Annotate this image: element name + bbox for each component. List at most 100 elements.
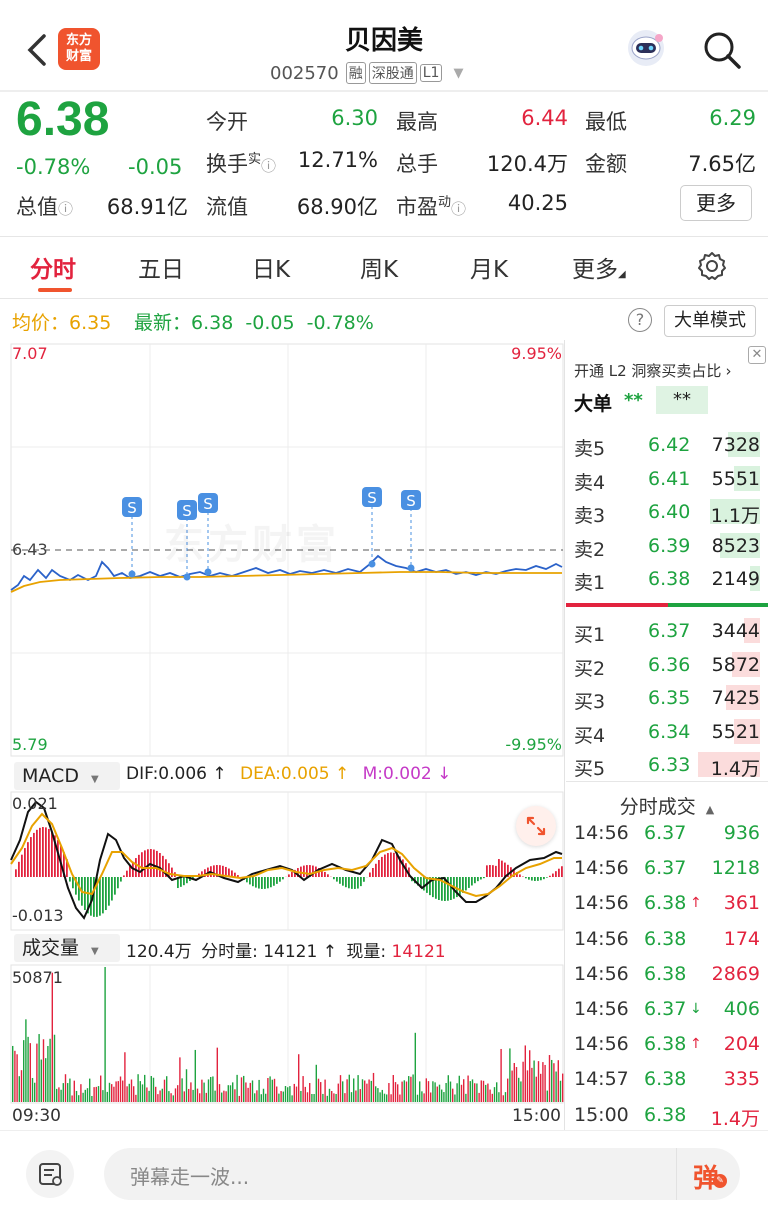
tab-more[interactable]: 更多◢: [572, 250, 626, 284]
volume-bar: [201, 1079, 203, 1102]
volume-bar: [207, 1079, 210, 1102]
volume-selector[interactable]: 成交量 ▼: [14, 934, 120, 962]
volume-bar: [276, 1086, 278, 1102]
volume-bar: [412, 1074, 414, 1102]
ask-label: 卖1: [574, 572, 606, 594]
volume-bar: [229, 1085, 232, 1102]
macd-bar: [135, 858, 137, 877]
volume-bar: [45, 1058, 47, 1102]
volume-bar: [258, 1079, 260, 1102]
dropdown-icon: ▼: [453, 65, 464, 81]
volume-bar: [333, 1093, 335, 1102]
info-icon[interactable]: ⓘ: [58, 200, 73, 218]
latest-pct: -0.78%: [306, 312, 374, 334]
volume-bar: [130, 1079, 133, 1102]
ask-volume: 5551: [711, 467, 760, 490]
volume-bar: [526, 1070, 529, 1102]
danmu-send-button[interactable]: 弹 ✎: [676, 1148, 740, 1200]
tab-5day[interactable]: 五日: [138, 250, 184, 284]
volume-bar: [273, 1078, 276, 1102]
help-icon[interactable]: ?: [628, 308, 652, 332]
volume-bar: [309, 1083, 311, 1102]
volume-bar: [408, 1076, 410, 1102]
tab-month-k[interactable]: 月K: [470, 250, 508, 284]
volume-max-label: 50871: [12, 968, 63, 987]
tick-row: 14:56 6.37 ↓ 406: [566, 991, 768, 1026]
ask-label: 卖2: [574, 538, 606, 561]
volume-bar: [227, 1085, 229, 1102]
l2-promo-link[interactable]: 开通 L2 洞察买卖占比 ›: [574, 360, 731, 381]
bid-row[interactable]: 买3 6.35 7425: [566, 681, 768, 714]
macd-bar: [477, 877, 479, 882]
avg-price-info: 均价：6.35: [12, 308, 111, 335]
stock-code-row[interactable]: 002570 融 深股通 L1 ▼: [270, 60, 463, 86]
latest-change: -0.05: [245, 312, 295, 334]
volume-bar: [141, 1084, 144, 1102]
bid-row[interactable]: 买2 6.36 5872: [566, 648, 768, 681]
value-mktcap: 68.91亿: [106, 195, 188, 219]
info-icon[interactable]: ⓘ: [261, 157, 276, 175]
corner-triangle-icon: ◢: [618, 269, 626, 280]
ask-row[interactable]: 卖2 6.39 8523: [566, 529, 768, 562]
volume-bar: [170, 1093, 172, 1102]
ask-row[interactable]: 卖5 6.42 7328: [566, 428, 768, 461]
volume-bar: [89, 1078, 91, 1102]
volume-bar: [335, 1093, 337, 1102]
macd-bar: [291, 872, 293, 877]
bid-price: 6.33: [648, 754, 691, 776]
volume-bar: [25, 1019, 27, 1102]
settings-gear-icon[interactable]: [696, 250, 728, 282]
bid-row[interactable]: 买5 6.33 1.4万: [566, 748, 768, 781]
macd-selector[interactable]: MACD ▼: [14, 762, 120, 790]
bigorder-mode-button[interactable]: 大单模式: [664, 305, 756, 337]
svg-text:S: S: [367, 489, 377, 507]
volume-bar: [489, 1089, 491, 1102]
info-icon[interactable]: ⓘ: [451, 200, 466, 218]
avg-value: 6.35: [69, 312, 112, 334]
macd-bar: [546, 877, 548, 878]
tick-time: 15:00: [574, 1103, 629, 1126]
tab-week-k[interactable]: 周K: [360, 250, 398, 284]
value-float: 68.90亿: [296, 195, 378, 219]
tab-fenshi[interactable]: 分时: [30, 250, 76, 284]
macd-bar: [51, 831, 53, 877]
volume-bar: [262, 1088, 265, 1102]
tab-day-k[interactable]: 日K: [252, 250, 290, 284]
divider: [0, 236, 768, 237]
chat-list-icon[interactable]: [26, 1150, 74, 1198]
tick-row: 15:00 6.38 1.4万: [566, 1097, 768, 1132]
value-low: 6.29: [709, 106, 756, 130]
tick-price: 6.38: [644, 962, 687, 985]
bid-label: 买5: [574, 758, 606, 780]
ask-row[interactable]: 卖1 6.38 2149: [566, 562, 768, 595]
search-icon[interactable]: [700, 28, 744, 72]
danmu-input[interactable]: 弹幕走一波...: [104, 1148, 740, 1200]
volume-bar: [236, 1074, 238, 1102]
volume-bar: [436, 1086, 438, 1102]
macd-label: MACD: [22, 765, 79, 787]
bid-row[interactable]: 买1 6.37 3444: [566, 614, 768, 647]
volume-bar: [553, 1063, 555, 1102]
macd-bar: [396, 854, 398, 877]
volume-bar: [317, 1078, 320, 1102]
ask-row[interactable]: 卖3 6.40 1.1万: [566, 495, 768, 528]
volume-bar: [535, 1076, 537, 1102]
macd-bar: [528, 877, 530, 880]
bid-volume: 5872: [711, 653, 760, 676]
macd-bar: [183, 877, 185, 886]
close-promo-icon[interactable]: ✕: [748, 346, 766, 364]
volume-bar: [293, 1083, 295, 1102]
expand-chart-icon[interactable]: [516, 806, 556, 846]
volume-bar: [449, 1081, 452, 1102]
ask-label: 卖3: [574, 505, 606, 527]
volume-bar: [388, 1083, 390, 1102]
ask-row[interactable]: 卖4 6.41 5551: [566, 462, 768, 495]
volume-bar: [458, 1075, 460, 1102]
macd-bar: [342, 877, 344, 886]
more-button[interactable]: 更多: [680, 185, 752, 221]
tick-time: 14:56: [574, 962, 629, 985]
robot-avatar-icon[interactable]: [624, 26, 668, 70]
volume-bar: [218, 1084, 221, 1102]
volume-bar: [353, 1078, 355, 1102]
bid-row[interactable]: 买4 6.34 5521: [566, 715, 768, 748]
